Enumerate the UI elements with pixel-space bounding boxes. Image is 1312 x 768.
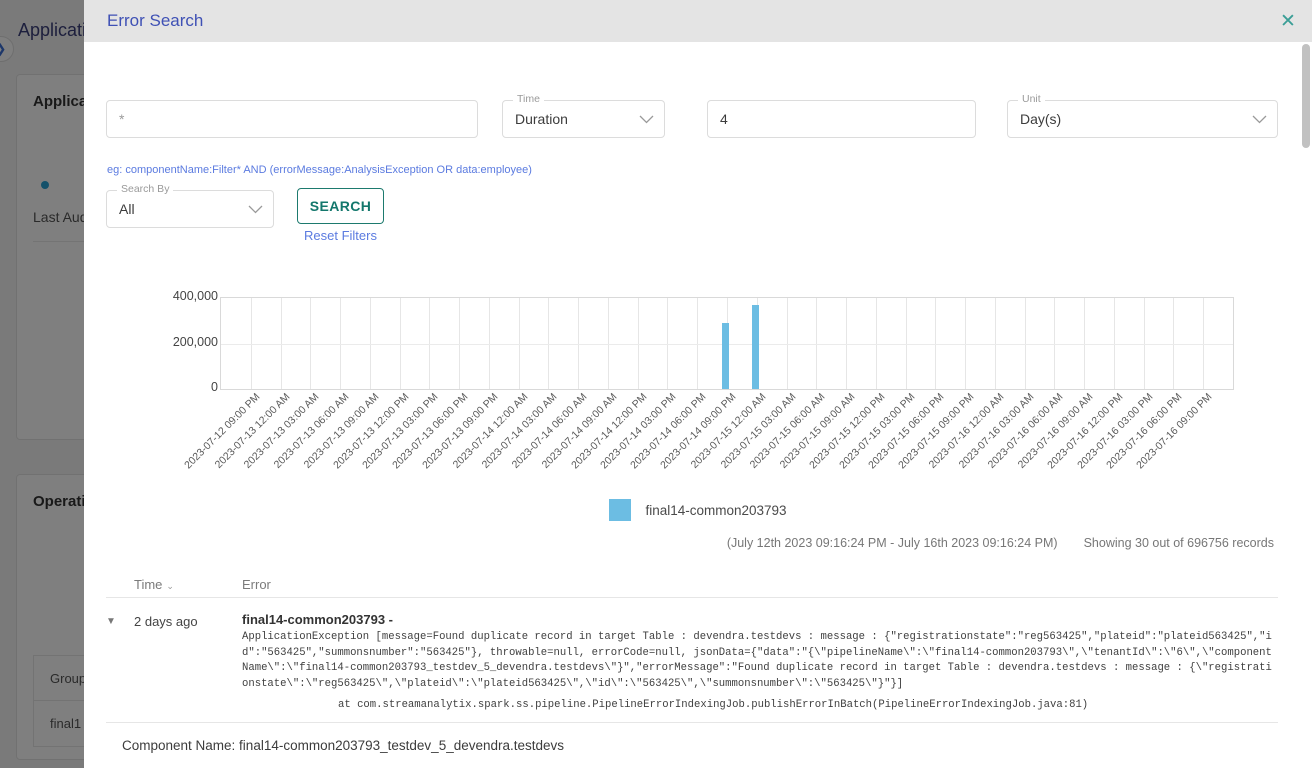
row-error-cell: final14-common203793 - ApplicationExcept…	[242, 612, 1278, 714]
row-error-body: ApplicationException [message=Found dupl…	[242, 631, 1272, 690]
modal-scrollbar-thumb[interactable]	[1302, 44, 1310, 148]
records-count-text: Showing 30 out of 696756 records	[1083, 536, 1274, 550]
search-query-hint: eg: componentName:Filter* AND (errorMess…	[107, 164, 532, 176]
chevron-down-icon[interactable]: ▼	[106, 612, 134, 714]
row-error-title: final14-common203793 -	[242, 612, 394, 627]
time-select[interactable]: Time Duration	[502, 93, 665, 138]
chart-bar[interactable]	[722, 323, 729, 389]
error-histogram-chart: 0 200,000 400,000 2023-07-12 09:00 PM 2023-…	[84, 267, 1312, 542]
modal-body: * eg: componentName:Filter* AND (errorMe…	[84, 42, 1312, 768]
search-button[interactable]: SEARCH	[297, 188, 384, 224]
chevron-down-icon	[248, 191, 263, 227]
row-timestamp: 2 days ago	[134, 614, 198, 629]
duration-value: 4	[720, 111, 728, 127]
error-search-modal: Error Search ✕ * eg: componentName:Filte…	[84, 0, 1312, 768]
chart-legend: final14-common203793	[84, 499, 1312, 521]
reset-filters-link[interactable]: Reset Filters	[297, 228, 384, 243]
row-error-stacktrace: at com.streamanalytix.spark.ss.pipeline.…	[338, 699, 1089, 711]
search-by-value: All	[119, 201, 135, 217]
modal-header: Error Search ✕	[84, 0, 1312, 42]
search-by-select[interactable]: Search By All	[106, 183, 274, 228]
sort-caret-icon: ⌄	[166, 581, 174, 591]
time-column-label: Time	[134, 577, 163, 592]
legend-color-swatch	[609, 499, 632, 521]
results-table-header: Time ⌄ Error	[106, 572, 1278, 598]
table-row[interactable]: ▼ 2 days ago final14-common203793 - Appl…	[106, 598, 1278, 723]
modal-title: Error Search	[107, 11, 204, 30]
date-range-text: (July 12th 2023 09:16:24 PM - July 16th …	[726, 536, 1058, 550]
error-column-header: Error	[242, 577, 1278, 592]
chart-bar[interactable]	[752, 305, 759, 389]
chart-plot-area	[220, 297, 1234, 390]
duration-value-input[interactable]: 4	[707, 100, 976, 138]
component-name-label: Component Name: final14-common203793_tes…	[122, 738, 565, 753]
legend-label: final14-common203793	[645, 502, 787, 518]
search-query-value: *	[119, 111, 125, 127]
modal-scrollbar[interactable]	[1302, 44, 1310, 768]
chart-y-tick-label: 400,000	[172, 289, 218, 303]
chevron-down-icon	[1252, 101, 1267, 137]
time-select-value: Duration	[515, 111, 568, 127]
time-column-header[interactable]: Time ⌄	[134, 577, 242, 592]
error-column-label: Error	[242, 577, 271, 592]
search-query-input[interactable]: *	[106, 100, 478, 138]
chart-y-tick-label: 0	[211, 380, 218, 394]
chart-y-tick-label: 200,000	[172, 335, 218, 349]
unit-select-value: Day(s)	[1020, 111, 1062, 127]
unit-select[interactable]: Unit Day(s)	[1007, 93, 1278, 138]
results-meta: (July 12th 2023 09:16:24 PM - July 16th …	[727, 536, 1274, 550]
chevron-down-icon	[639, 101, 654, 137]
results-table: Time ⌄ Error ▼ 2 days ago final14-common2…	[106, 572, 1278, 723]
chart-x-axis: 2023-07-12 09:00 PM 2023-07-13 12:00 AM 20…	[182, 391, 1234, 501]
close-icon[interactable]: ✕	[1276, 9, 1300, 33]
